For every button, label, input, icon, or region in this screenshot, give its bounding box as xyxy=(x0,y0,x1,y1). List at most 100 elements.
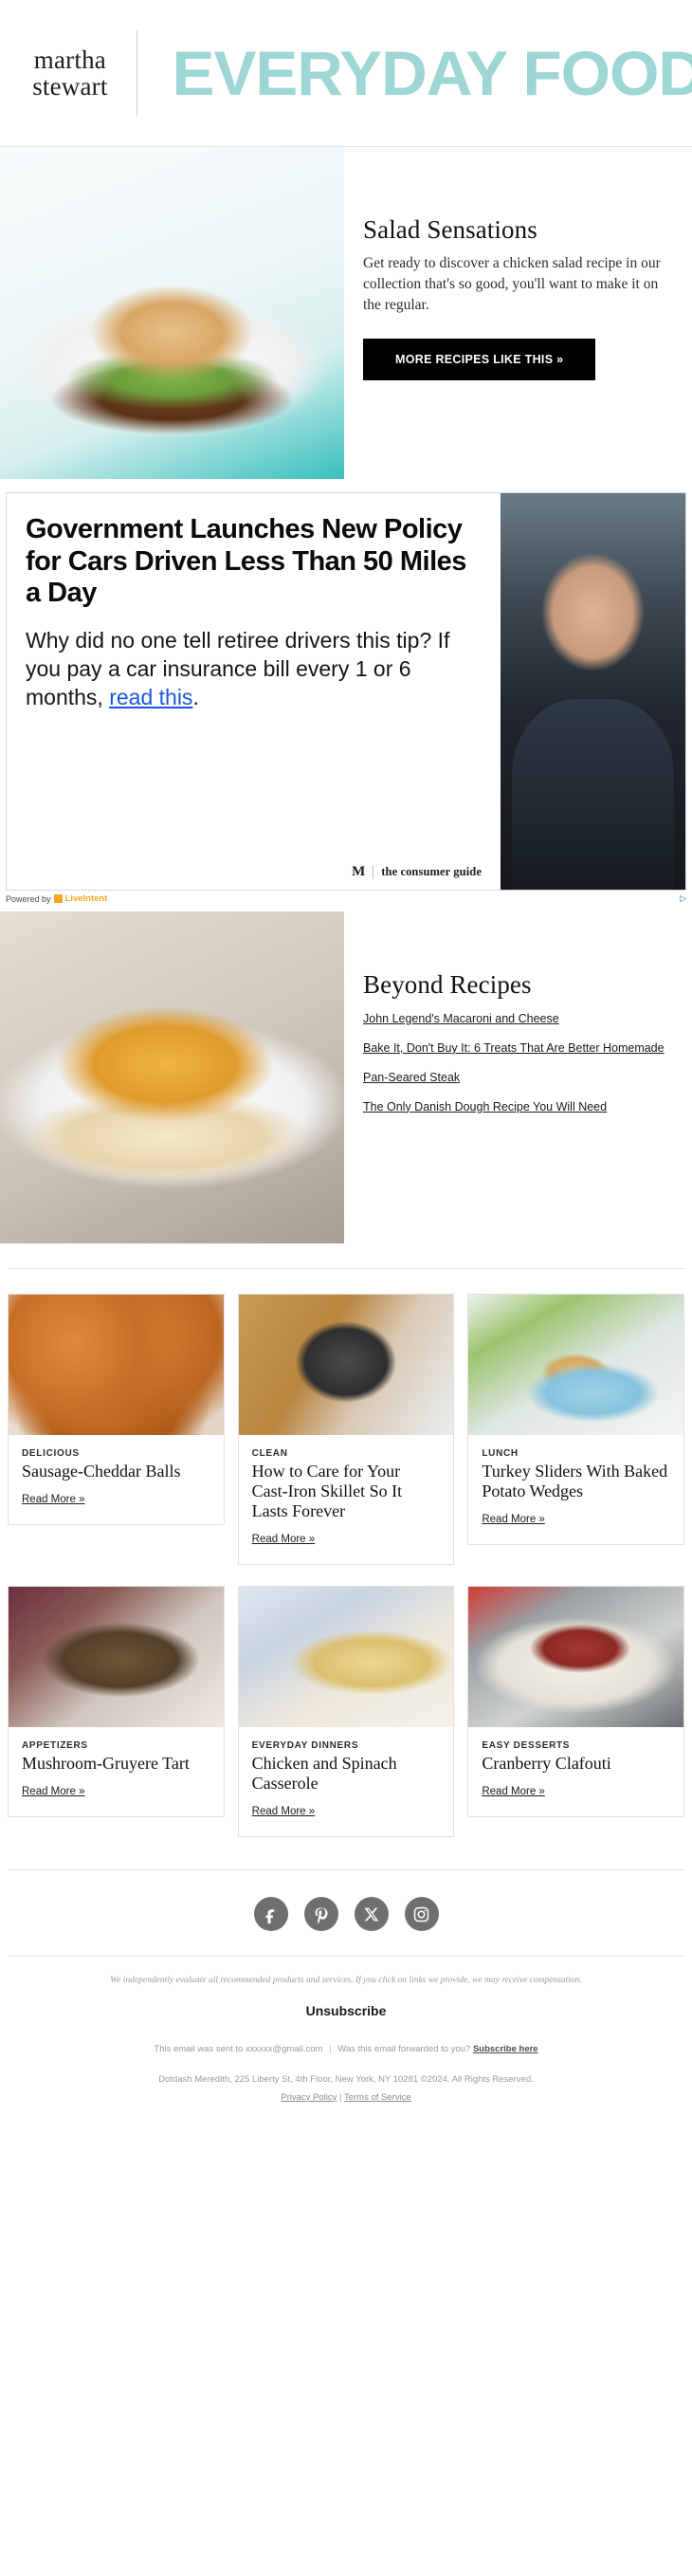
sausage-cheddar-balls-photo xyxy=(9,1295,224,1435)
card-category: CLEAN xyxy=(251,1448,288,1459)
liveintent-logo-icon xyxy=(53,894,63,903)
hero-title: Salad Sensations xyxy=(363,215,537,244)
card-body: DELICIOUS Sausage-Cheddar Balls Read Mor… xyxy=(9,1435,224,1524)
forwarded-text: Was this email forwarded to you? xyxy=(337,2044,471,2055)
recipe-card-row-1: DELICIOUS Sausage-Cheddar Balls Read Mor… xyxy=(0,1269,692,1566)
noodle-kugel-photo xyxy=(0,911,344,1243)
powered-by-label: Powered by xyxy=(6,893,51,904)
card-title: Sausage-Cheddar Balls xyxy=(22,1462,181,1481)
beyond-recipes-section: Beyond Recipes John Legend's Macaroni an… xyxy=(0,910,692,1243)
liveintent-name: LiveIntent xyxy=(64,893,108,904)
card-category: APPETIZERS xyxy=(22,1740,88,1752)
ad-headline: Government Launches New Policy for Cars … xyxy=(26,514,466,609)
beyond-recipes-image[interactable] xyxy=(0,911,344,1243)
card-image[interactable] xyxy=(468,1295,684,1435)
recipe-card[interactable]: EASY DESSERTS Cranberry Clafouti Read Mo… xyxy=(467,1586,685,1818)
police-officer-photo xyxy=(501,493,685,890)
hero-body: Get ready to discover a chicken salad re… xyxy=(363,255,661,314)
affiliate-disclaimer: We independently evaluate all recommende… xyxy=(110,1976,582,1986)
card-body: CLEAN How to Care for Your Cast-Iron Ski… xyxy=(239,1435,454,1564)
unsubscribe-container: Unsubscribe xyxy=(0,1988,692,2041)
privacy-policy-link[interactable]: Privacy Policy xyxy=(281,2092,337,2103)
card-image[interactable] xyxy=(238,1295,454,1435)
beyond-recipes-copy: Beyond Recipes John Legend's Macaroni an… xyxy=(344,911,692,1129)
read-more-link[interactable]: Read More » xyxy=(482,1786,544,1797)
cranberry-clafouti-photo xyxy=(468,1587,684,1728)
advertiser-mark-icon: M xyxy=(352,864,366,879)
powered-by-liveintent[interactable]: Powered by LiveIntent xyxy=(6,893,107,904)
card-image[interactable] xyxy=(9,1587,224,1728)
recipe-card[interactable]: EVERYDAY DINNERS Chicken and Spinach Cas… xyxy=(237,1586,455,1838)
advertiser-name: the consumer guide xyxy=(381,865,482,878)
card-body: APPETIZERS Mushroom-Gruyere Tart Read Mo… xyxy=(9,1727,224,1816)
recipient-line: This email was sent to xxxxxx@gmail.com … xyxy=(0,2041,692,2062)
fine-separator: | xyxy=(329,2044,332,2055)
newsletter-title: EVERYDAY FOOD xyxy=(172,38,692,108)
company-address: Dotdash Meredith, 225 Liberty St, 4th Fl… xyxy=(158,2074,534,2086)
more-recipes-button[interactable]: MORE RECIPES LIKE THIS » xyxy=(363,339,596,381)
beyond-link-3[interactable]: Pan-Seared Steak xyxy=(363,1070,679,1086)
legal-separator: | xyxy=(339,2091,342,2103)
adchoices-icon[interactable]: ▷ xyxy=(680,893,686,904)
beyond-link-4[interactable]: The Only Danish Dough Recipe You Will Ne… xyxy=(363,1099,679,1115)
beyond-recipes-links: John Legend's Macaroni and Cheese Bake I… xyxy=(363,1011,679,1115)
ad-read-this-link[interactable]: read this xyxy=(109,685,192,709)
ad-body: Why did no one tell retiree drivers this… xyxy=(26,627,482,712)
recipe-card-row-2: APPETIZERS Mushroom-Gruyere Tart Read Mo… xyxy=(0,1565,692,1838)
card-category: DELICIOUS xyxy=(22,1448,80,1459)
hero-section: Salad Sensations Get ready to discover a… xyxy=(0,147,692,479)
card-category: EVERYDAY DINNERS xyxy=(251,1740,359,1752)
facebook-icon[interactable] xyxy=(253,1897,288,1932)
recipe-card[interactable]: DELICIOUS Sausage-Cheddar Balls Read Mor… xyxy=(8,1294,225,1526)
beyond-link-2[interactable]: Bake It, Don't Buy It: 6 Treats That Are… xyxy=(363,1040,679,1057)
terms-of-service-link[interactable]: Terms of Service xyxy=(344,2092,411,2103)
logo-line-2: stewart xyxy=(32,72,108,101)
martha-stewart-logo[interactable]: martha stewart xyxy=(21,45,137,101)
social-links xyxy=(0,1870,692,1956)
ad-text-column: Government Launches New Policy for Cars … xyxy=(7,493,501,890)
salad-sandwich-photo xyxy=(0,147,344,479)
hero-image[interactable] xyxy=(0,147,344,479)
read-more-link[interactable]: Read More » xyxy=(252,1534,315,1545)
read-more-link[interactable]: Read More » xyxy=(252,1806,315,1817)
beyond-link-1[interactable]: John Legend's Macaroni and Cheese xyxy=(363,1011,679,1027)
ad-body-part-1: Why did no one tell retiree drivers this… xyxy=(26,627,450,709)
ad-unit[interactable]: Government Launches New Policy for Cars … xyxy=(6,492,686,891)
card-title: Mushroom-Gruyere Tart xyxy=(22,1754,190,1774)
read-more-link[interactable]: Read More » xyxy=(482,1514,544,1525)
card-image[interactable] xyxy=(468,1587,684,1728)
x-twitter-icon[interactable] xyxy=(354,1897,389,1932)
card-image[interactable] xyxy=(9,1295,224,1435)
advertiser-branding: M the consumer guide xyxy=(26,856,482,880)
card-title: Turkey Sliders With Baked Potato Wedges xyxy=(482,1462,668,1501)
sent-to-text: This email was sent to xxxxxx@gmail.com xyxy=(154,2044,323,2055)
masthead: martha stewart EVERYDAY FOOD xyxy=(0,0,692,147)
read-more-link[interactable]: Read More » xyxy=(22,1494,84,1505)
card-body: EVERYDAY DINNERS Chicken and Spinach Cas… xyxy=(239,1727,454,1836)
chicken-spinach-casserole-photo xyxy=(238,1587,454,1728)
pinterest-icon[interactable] xyxy=(303,1897,338,1932)
card-title: Chicken and Spinach Casserole xyxy=(251,1754,397,1794)
unsubscribe-link[interactable]: Unsubscribe xyxy=(306,2003,387,2018)
logo-line-1: martha xyxy=(33,45,106,74)
read-more-link[interactable]: Read More » xyxy=(22,1786,84,1797)
ad-body-part-2: . xyxy=(192,684,199,709)
turkey-sliders-photo xyxy=(468,1295,684,1435)
card-category: LUNCH xyxy=(482,1448,519,1459)
mushroom-gruyere-tart-photo xyxy=(9,1587,224,1728)
card-body: EASY DESSERTS Cranberry Clafouti Read Mo… xyxy=(468,1727,683,1816)
card-title: Cranberry Clafouti xyxy=(482,1754,611,1774)
cast-iron-skillet-photo xyxy=(238,1295,454,1435)
hero-copy: Salad Sensations Get ready to discover a… xyxy=(344,147,692,381)
advertisement-section: Government Launches New Policy for Cars … xyxy=(0,479,692,910)
recipe-card[interactable]: CLEAN How to Care for Your Cast-Iron Ski… xyxy=(237,1294,455,1566)
recipe-card[interactable]: APPETIZERS Mushroom-Gruyere Tart Read Mo… xyxy=(8,1586,225,1818)
ad-footer-line: Powered by LiveIntent ▷ xyxy=(0,891,692,910)
card-body: LUNCH Turkey Sliders With Baked Potato W… xyxy=(468,1435,683,1544)
recipe-card[interactable]: LUNCH Turkey Sliders With Baked Potato W… xyxy=(467,1294,685,1546)
subscribe-here-link[interactable]: Subscribe here xyxy=(473,2044,538,2054)
card-title: How to Care for Your Cast-Iron Skillet S… xyxy=(251,1462,403,1521)
instagram-icon[interactable] xyxy=(404,1897,439,1932)
ad-image[interactable] xyxy=(501,493,685,890)
card-image[interactable] xyxy=(238,1587,454,1728)
